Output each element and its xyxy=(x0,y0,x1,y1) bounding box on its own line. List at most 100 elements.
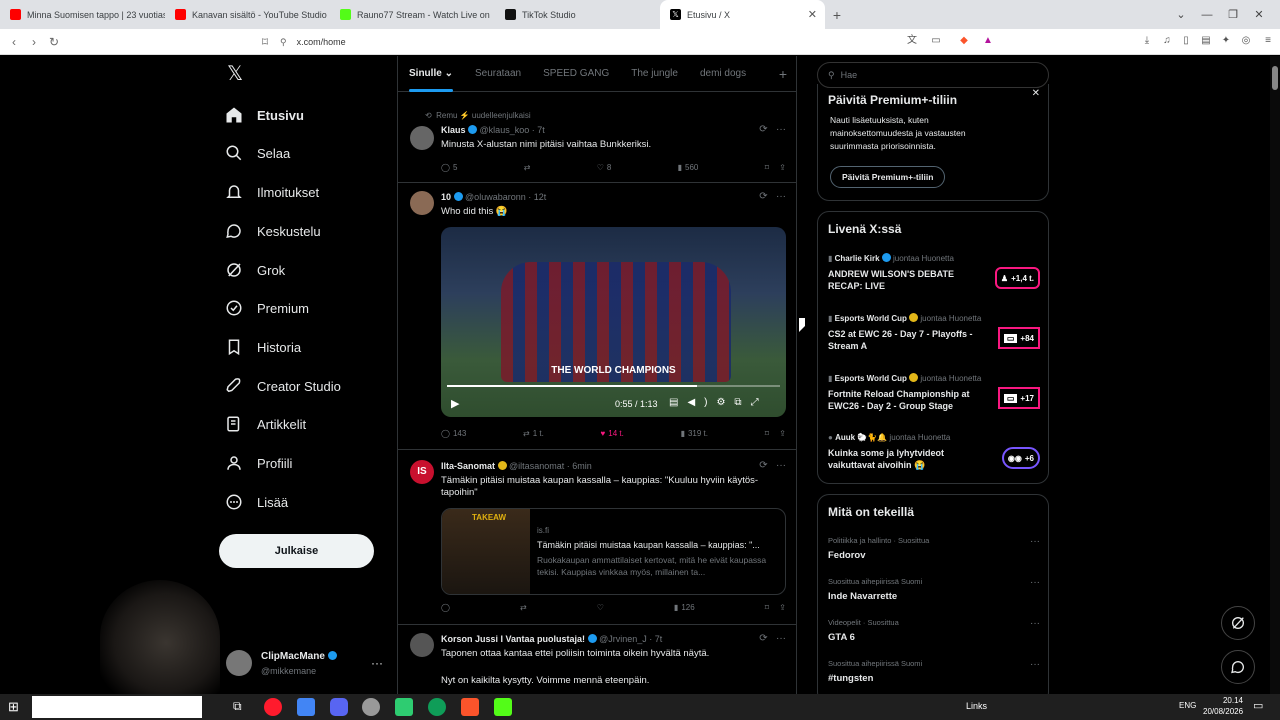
reload-icon[interactable]: ↻ xyxy=(44,35,64,49)
nav-bookmarks[interactable]: Historia xyxy=(225,333,301,361)
site-info-icon[interactable]: ⚲ xyxy=(280,37,287,48)
post[interactable]: IS Ilta-Sanomat @iltasanomat · 6min ⟳ ··… xyxy=(398,450,796,625)
vpn-icon[interactable]: ◎ xyxy=(1240,35,1252,47)
notification-center-icon[interactable]: ▭ xyxy=(1253,699,1263,712)
clock-time[interactable]: 20.14 xyxy=(1203,696,1243,705)
wallet-icon[interactable]: ▤ xyxy=(1200,35,1212,47)
post-more-icon[interactable]: ⟳ ··· xyxy=(759,633,786,644)
nav-creator-studio[interactable]: Creator Studio xyxy=(225,372,341,400)
task-view-icon[interactable]: ⧉ xyxy=(233,699,242,714)
views-button[interactable]: ▮ 319 t. xyxy=(681,429,708,438)
edge-icon[interactable] xyxy=(428,698,446,716)
post-more-icon[interactable]: ⟳ ··· xyxy=(759,460,786,471)
opera-icon[interactable] xyxy=(264,698,282,716)
share-icon[interactable]: ⇪ xyxy=(779,163,786,172)
bookmark-button[interactable]: ⌑ ⇪ xyxy=(765,603,786,612)
language-indicator[interactable]: ENG xyxy=(1179,701,1196,710)
reply-button[interactable]: ◯ 143 xyxy=(441,429,466,438)
account-menu-icon[interactable]: ··· xyxy=(371,656,383,670)
post[interactable]: 10 @oluwabaronn · 12t ⟳ ··· Who did this… xyxy=(398,183,796,450)
app-icon[interactable] xyxy=(297,698,315,716)
share-icon[interactable]: ⇪ xyxy=(779,603,786,612)
trend-item[interactable]: Politiikka ja hallinto · Suosittua Fedoro… xyxy=(828,536,1040,561)
x-logo-icon[interactable]: 𝕏 xyxy=(227,64,247,84)
avatar[interactable]: IS xyxy=(410,460,434,484)
tab-list[interactable]: SPEED GANG xyxy=(532,56,620,92)
nav-premium[interactable]: Premium xyxy=(225,294,309,322)
like-button[interactable]: ♥ 14 t. xyxy=(601,429,624,438)
avatar[interactable] xyxy=(410,633,434,657)
nav-more[interactable]: Lisää xyxy=(225,488,288,516)
post-button[interactable]: Julkaise xyxy=(219,534,374,568)
close-icon[interactable]: ✕ xyxy=(1032,88,1040,99)
repost-button[interactable]: ⇄ xyxy=(524,163,531,172)
browser-tab[interactable]: TikTok Studio xyxy=(495,0,660,29)
minimize-icon[interactable]: — xyxy=(1194,0,1220,29)
live-item[interactable]: ▮ Esports World Cup juontaa Huonetta CS2… xyxy=(828,313,1040,352)
tab-list[interactable]: The jungle xyxy=(620,56,689,92)
trend-more-icon[interactable]: ··· xyxy=(1030,577,1040,588)
play-icon[interactable]: ▶ xyxy=(451,397,459,410)
account-name[interactable]: ClipMacMane xyxy=(261,651,337,662)
trend-item[interactable]: Suosittua aihepiirissä Suomi #tungsten ··· xyxy=(828,659,1040,684)
avatar[interactable] xyxy=(410,191,434,215)
views-button[interactable]: ▮ 126 xyxy=(674,603,695,612)
sidebar-icon[interactable]: ▯ xyxy=(1180,35,1192,47)
page-scrollbar[interactable] xyxy=(1270,56,1280,694)
nav-articles[interactable]: Artikkelit xyxy=(225,410,306,438)
taskbar-search-box[interactable] xyxy=(32,696,202,718)
share-icon[interactable]: ⇪ xyxy=(779,429,786,438)
repost-button[interactable]: ⇄ 1 t. xyxy=(523,429,544,438)
menu-icon[interactable]: ≡ xyxy=(1262,35,1274,47)
post-more-icon[interactable]: ⟳ ··· xyxy=(759,191,786,202)
nav-notifications[interactable]: Ilmoitukset xyxy=(225,178,319,206)
trend-item[interactable]: Suosittua aihepiirissä Suomi Inde Navarre… xyxy=(828,577,1040,602)
like-button[interactable]: ♡ 8 xyxy=(597,163,612,172)
live-item[interactable]: ▮ Esports World Cup juontaa Huonetta For… xyxy=(828,373,1040,412)
app-icon[interactable] xyxy=(395,698,413,716)
messages-fab[interactable] xyxy=(1221,650,1255,684)
restore-icon[interactable]: ❐ xyxy=(1220,0,1246,29)
scrollbar-thumb[interactable] xyxy=(1272,66,1278,90)
post[interactable]: Korson Jussi I Vantaa puolustaja! @Jrvin… xyxy=(398,625,796,694)
trend-more-icon[interactable]: ··· xyxy=(1030,536,1040,547)
tab-following[interactable]: Seurataan xyxy=(464,56,532,92)
url-field[interactable]: ⚲ x.com/home xyxy=(280,34,900,50)
browser-tab[interactable]: Minna Suomisen tappo | 23 vuotias ... xyxy=(0,0,165,29)
links-toolbar[interactable]: Links xyxy=(966,701,987,711)
trend-more-icon[interactable]: ··· xyxy=(1030,618,1040,629)
live-item[interactable]: ● Auuk 🐑🐈🔔 juontaa Huonetta Kuinka some … xyxy=(828,433,1040,471)
app-icon[interactable] xyxy=(362,698,380,716)
nav-grok[interactable]: Grok xyxy=(225,256,285,284)
nav-messages[interactable]: Keskustelu xyxy=(225,217,321,245)
post[interactable]: ⟲ Remu ⚡ uudelleenjulkaisi Klaus @klaus_… xyxy=(398,102,796,183)
nav-profile[interactable]: Profiili xyxy=(225,449,292,477)
forward-icon[interactable]: › xyxy=(24,35,44,49)
browser-tab-active[interactable]: 𝕏 Etusivu / X ✕ xyxy=(660,0,825,29)
translate-icon[interactable]: 文 xyxy=(906,35,918,47)
tab-search-icon[interactable]: ⌄ xyxy=(1168,0,1194,29)
avatar[interactable] xyxy=(410,126,434,150)
tab-for-you[interactable]: Sinulle ⌄ xyxy=(398,56,464,92)
kick-icon[interactable] xyxy=(494,698,512,716)
discord-icon[interactable] xyxy=(330,698,348,716)
brave-rewards-icon[interactable]: ▲ xyxy=(982,35,994,47)
close-window-icon[interactable]: ✕ xyxy=(1246,0,1272,29)
bookmark-button[interactable]: ⌑ ⇪ xyxy=(765,163,786,172)
bookmark-page-icon[interactable]: ⌑ xyxy=(255,35,275,49)
bookmark-button[interactable]: ⌑ ⇪ xyxy=(765,429,786,438)
brave-shield-icon[interactable]: ◆ xyxy=(958,35,970,47)
avatar[interactable] xyxy=(226,650,252,676)
browser-tab[interactable]: Kanavan sisältö - YouTube Studio xyxy=(165,0,330,29)
close-tab-icon[interactable]: ✕ xyxy=(808,8,817,21)
link-card[interactable]: TAKEAW is.fi Tämäkin pitäisi muistaa kau… xyxy=(441,508,786,595)
repost-button[interactable]: ⇄ xyxy=(520,603,527,612)
reply-button[interactable]: ◯ 5 xyxy=(441,163,457,172)
live-item[interactable]: ▮ Charlie Kirk juontaa Huonetta ANDREW W… xyxy=(828,253,1040,292)
grok-fab[interactable] xyxy=(1221,606,1255,640)
leo-icon[interactable]: ✦ xyxy=(1220,35,1232,47)
clock-date[interactable]: 20/08/2026 xyxy=(1203,707,1243,716)
nav-explore[interactable]: Selaa xyxy=(225,139,290,167)
download-icon[interactable]: ⤓ xyxy=(1141,35,1153,47)
nav-home[interactable]: Etusivu xyxy=(225,101,304,129)
